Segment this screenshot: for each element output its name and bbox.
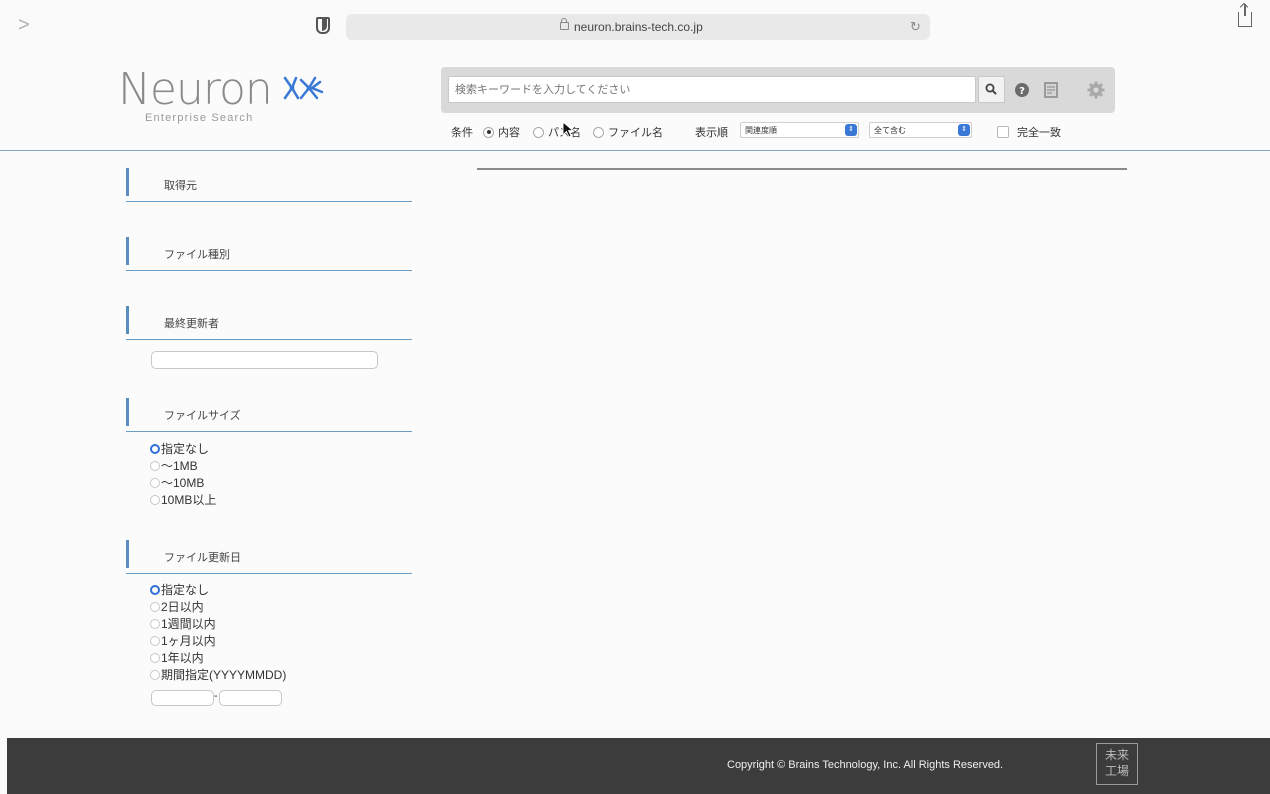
- size-option-10mb[interactable]: 〜10MB: [150, 474, 216, 491]
- condition-content[interactable]: 内容: [483, 124, 520, 140]
- badge-text: 未来工場: [1104, 748, 1129, 778]
- condition-filename-radio[interactable]: [593, 126, 604, 138]
- results-divider: [477, 168, 1127, 170]
- help-icon[interactable]: ?: [1012, 80, 1032, 100]
- date-option-1week[interactable]: 1週間以内: [150, 615, 286, 632]
- mouse-cursor-icon: [562, 121, 574, 138]
- size-option-over-10mb[interactable]: 10MB以上: [150, 491, 216, 508]
- search-icon: [985, 83, 997, 95]
- facet-source-header[interactable]: 取得元: [126, 168, 412, 202]
- mirai-kojo-badge[interactable]: 未来工場: [1096, 743, 1138, 785]
- logo-mark-icon: [283, 76, 324, 100]
- exact-match-option[interactable]: 完全一致: [997, 124, 1061, 140]
- facet-updater-header: 最終更新者: [126, 306, 412, 340]
- chevron-updown-icon: ⇕: [845, 124, 857, 136]
- document-icon[interactable]: [1041, 80, 1061, 100]
- condition-path-radio[interactable]: [533, 126, 544, 138]
- brand-name: Neuron: [118, 64, 273, 115]
- address-text: neuron.brains-tech.co.jp: [574, 20, 703, 34]
- search-button[interactable]: [978, 76, 1005, 103]
- size-option-1mb[interactable]: 〜1MB: [150, 457, 216, 474]
- browser-toolbar: > neuron.brains-tech.co.jp ↻: [0, 0, 1270, 58]
- share-icon[interactable]: [1238, 4, 1252, 27]
- updater-input[interactable]: [151, 351, 378, 369]
- facet-date-header: ファイル更新日: [126, 540, 412, 574]
- date-options: 指定なし 2日以内 1週間以内 1ヶ月以内 1年以内 期間指定(YYYYMMDD…: [150, 581, 286, 683]
- size-options: 指定なし 〜1MB 〜10MB 10MB以上: [150, 440, 216, 508]
- forward-button[interactable]: >: [18, 14, 30, 37]
- facet-filetype-header[interactable]: ファイル種別: [126, 237, 412, 271]
- size-option-none[interactable]: 指定なし: [150, 440, 216, 457]
- shield-icon[interactable]: [316, 17, 330, 34]
- order-select[interactable]: 関連度順 ⇕: [740, 122, 859, 138]
- date-from-input[interactable]: [151, 690, 214, 706]
- date-to-input[interactable]: [219, 690, 282, 706]
- search-bar: ?: [441, 67, 1115, 113]
- condition-label: 条件: [451, 127, 473, 139]
- lock-icon: [560, 18, 569, 30]
- copyright-text: Copyright © Brains Technology, Inc. All …: [727, 759, 1004, 771]
- footer: Copyright © Brains Technology, Inc. All …: [7, 738, 1270, 794]
- reload-icon[interactable]: ↻: [910, 19, 921, 35]
- date-option-1month[interactable]: 1ヶ月以内: [150, 632, 286, 649]
- date-option-none[interactable]: 指定なし: [150, 581, 286, 598]
- header-divider: [0, 150, 1270, 151]
- condition-filename[interactable]: ファイル名: [593, 124, 663, 140]
- address-bar[interactable]: neuron.brains-tech.co.jp ↻: [346, 14, 930, 40]
- date-range-separator: -: [214, 690, 218, 702]
- search-input[interactable]: [448, 76, 976, 103]
- brand-subtitle: Enterprise Search: [145, 112, 254, 124]
- condition-content-radio[interactable]: [483, 126, 494, 138]
- date-option-1year[interactable]: 1年以内: [150, 649, 286, 666]
- svg-text:?: ?: [1019, 86, 1025, 97]
- chevron-updown-icon: ⇕: [958, 124, 970, 136]
- include-select[interactable]: 全て含む ⇕: [869, 122, 972, 138]
- date-option-2days[interactable]: 2日以内: [150, 598, 286, 615]
- brand-logo[interactable]: Neuron Enterprise Search: [118, 64, 368, 130]
- gear-icon[interactable]: [1086, 80, 1106, 100]
- date-option-range[interactable]: 期間指定(YYYYMMDD): [150, 666, 286, 683]
- exact-match-checkbox[interactable]: [997, 126, 1009, 138]
- order-label: 表示順: [695, 127, 728, 139]
- facet-size-header: ファイルサイズ: [126, 398, 412, 432]
